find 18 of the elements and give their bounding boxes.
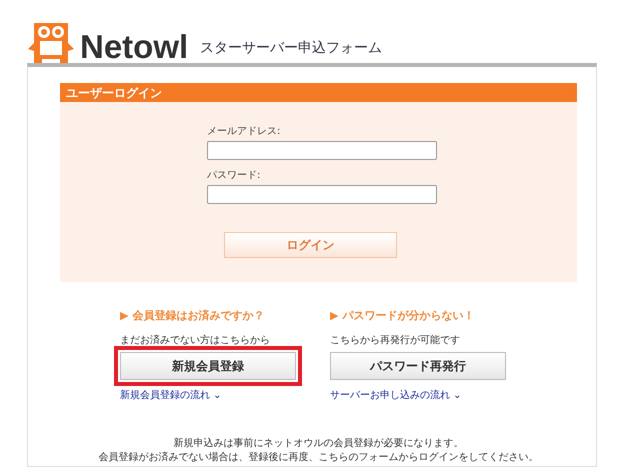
notice-text: 会員登録がお済みでない場合は、登録後に再度、こちらのフォームからログインをしてください。 — [98, 451, 540, 465]
section-heading: ▶ 会員登録はお済みですか？ — [120, 308, 266, 324]
field-label: パスワード: — [207, 169, 262, 183]
section-heading: ▶ パスワードが分からない！ — [330, 308, 476, 324]
field-label: メールアドレス: — [207, 125, 282, 139]
section-header: ユーザーログイン — [60, 83, 577, 102]
notice-text: 新規申込みは事前にネットオウルの会員登録が必要になります。 — [172, 437, 464, 451]
description-text: まだお済みでない方はこちらから — [120, 334, 271, 348]
brand-name: Netowl — [80, 30, 188, 63]
action-button[interactable]: 新規会員登録 — [120, 352, 296, 380]
info-link[interactable]: 新規会員登録の流れ ⌄ — [120, 388, 222, 402]
action-button[interactable]: パスワード再発行 — [330, 352, 506, 380]
owl-logo-icon — [28, 21, 74, 63]
page-subtitle: スターサーバー申込フォーム — [200, 39, 382, 58]
description-text: こちらから再発行が可能です — [330, 334, 461, 348]
input-field[interactable] — [207, 141, 437, 160]
info-link[interactable]: サーバーお申し込みの流れ ⌄ — [330, 388, 462, 402]
input-field[interactable] — [207, 185, 437, 204]
